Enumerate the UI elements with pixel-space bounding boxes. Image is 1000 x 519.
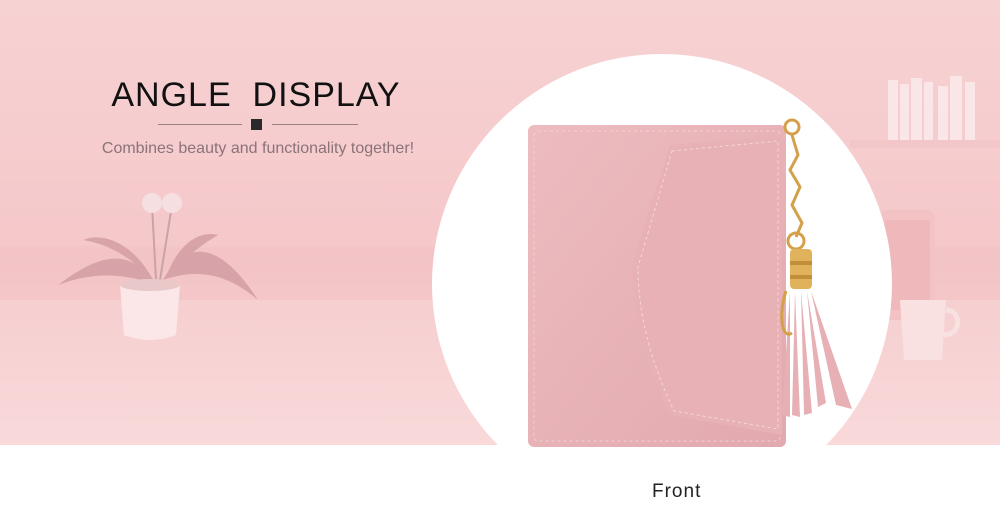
bookshelf-image <box>850 76 1000 148</box>
divider-right <box>272 124 358 125</box>
wallet-product-image <box>528 118 852 447</box>
divider-square-icon <box>251 119 262 130</box>
divider-left <box>158 124 242 125</box>
view-caption: Front <box>652 481 702 502</box>
page-title: ANGLE DISPLAY <box>111 76 401 114</box>
page-subtitle: Combines beauty and functionality togeth… <box>101 140 415 157</box>
potted-plant-image <box>58 193 258 340</box>
